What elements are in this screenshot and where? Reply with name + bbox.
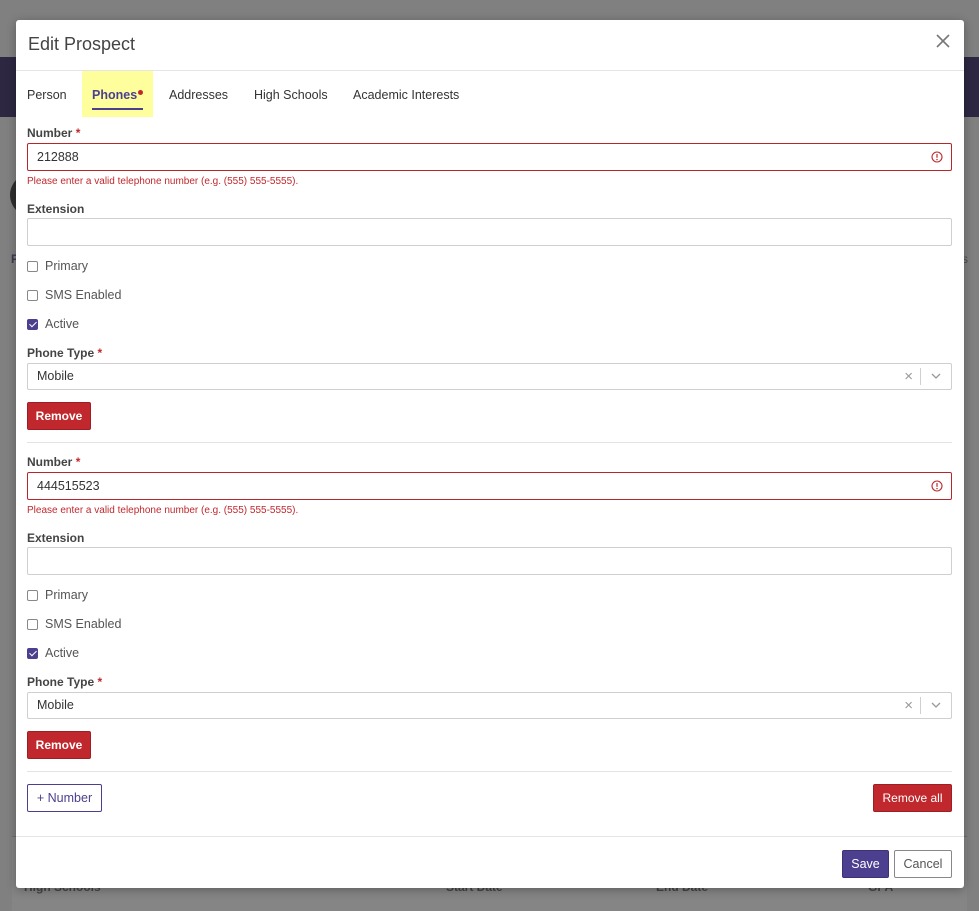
cancel-button[interactable]: Cancel <box>894 850 952 878</box>
sms-enabled-label: SMS Enabled <box>45 617 122 631</box>
extension-label: Extension <box>27 202 85 216</box>
sms-enabled-checkbox[interactable] <box>27 618 38 630</box>
number-label: Number * <box>27 126 80 140</box>
number-input-value: 212888 <box>37 150 79 164</box>
phone-list-divider <box>27 771 952 772</box>
active-checkbox-row[interactable]: Active <box>27 646 79 660</box>
tab-phones-label: Phones <box>92 88 144 110</box>
phone-type-label-text: Phone Type <box>27 346 95 360</box>
extension-input[interactable] <box>27 218 952 246</box>
modal-header: Edit Prospect <box>16 20 964 71</box>
clear-selection-icon[interactable]: × <box>904 693 913 718</box>
close-button[interactable] <box>932 30 954 52</box>
phone-type-select[interactable]: Mobile × <box>27 363 952 390</box>
close-icon <box>936 34 950 48</box>
phone-type-label-text: Phone Type <box>27 675 95 689</box>
remove-phone-button[interactable]: Remove <box>27 731 91 759</box>
sms-checkbox-row[interactable]: SMS Enabled <box>27 617 121 631</box>
tab-person-label: Person <box>27 88 67 102</box>
error-circle-icon <box>931 151 943 163</box>
save-button[interactable]: Save <box>842 850 889 878</box>
select-separator <box>920 368 921 385</box>
primary-checkbox-row[interactable]: Primary <box>27 588 88 602</box>
number-error-message: Please enter a valid telephone number (e… <box>27 176 299 187</box>
tab-addresses-label: Addresses <box>169 88 229 102</box>
required-marker: * <box>75 455 81 469</box>
phone-entry-divider <box>27 442 952 443</box>
tab-person[interactable]: Person <box>27 71 67 117</box>
sms-enabled-label: SMS Enabled <box>45 288 122 302</box>
required-marker: * <box>75 126 81 140</box>
active-checkbox[interactable] <box>27 318 38 330</box>
required-marker: * <box>97 675 103 689</box>
sms-enabled-checkbox[interactable] <box>27 289 38 301</box>
edit-prospect-modal: Edit Prospect Person Phones Addresses Hi… <box>16 20 964 888</box>
extension-label: Extension <box>27 531 85 545</box>
primary-checkbox[interactable] <box>27 260 38 272</box>
number-input-value: 444515523 <box>37 479 100 493</box>
modal-title: Edit Prospect <box>28 34 136 54</box>
remove-all-button[interactable]: Remove all <box>873 784 952 812</box>
extension-input[interactable] <box>27 547 952 575</box>
error-dot-icon <box>138 90 144 95</box>
number-label-text: Number <box>27 455 73 469</box>
sms-checkbox-row[interactable]: SMS Enabled <box>27 288 121 302</box>
tab-bar: Person Phones Addresses High Schools Aca… <box>16 71 964 117</box>
phone-type-label: Phone Type * <box>27 675 102 689</box>
clear-selection-icon[interactable]: × <box>904 364 913 389</box>
error-circle-icon <box>931 480 943 492</box>
phone-type-label: Phone Type * <box>27 346 102 360</box>
remove-phone-button[interactable]: Remove <box>27 402 91 430</box>
phone-type-value: Mobile <box>37 698 74 712</box>
number-input[interactable]: 212888 <box>27 143 952 171</box>
active-label: Active <box>45 646 80 660</box>
tab-phones-text: Phones <box>92 88 138 102</box>
primary-checkbox-row[interactable]: Primary <box>27 259 88 273</box>
tab-addresses[interactable]: Addresses <box>169 71 228 117</box>
chevron-down-icon[interactable] <box>930 372 942 381</box>
tab-phones[interactable]: Phones <box>82 71 154 117</box>
phone-type-select[interactable]: Mobile × <box>27 692 952 719</box>
tab-high-schools-label: High Schools <box>254 88 328 102</box>
tab-high-schools[interactable]: High Schools <box>254 71 328 117</box>
tab-academic-interests[interactable]: Academic Interests <box>353 71 459 117</box>
number-label-text: Number <box>27 126 73 140</box>
active-checkbox-row[interactable]: Active <box>27 317 79 331</box>
number-label: Number * <box>27 455 80 469</box>
active-checkbox[interactable] <box>27 647 38 659</box>
number-input[interactable]: 444515523 <box>27 472 952 500</box>
active-label: Active <box>45 317 80 331</box>
select-separator <box>920 697 921 714</box>
chevron-down-icon[interactable] <box>930 701 942 710</box>
tab-academic-interests-label: Academic Interests <box>353 88 460 102</box>
primary-label: Primary <box>45 259 89 273</box>
primary-checkbox[interactable] <box>27 589 38 601</box>
phone-type-value: Mobile <box>37 369 74 383</box>
add-number-button[interactable]: + Number <box>27 784 102 812</box>
primary-label: Primary <box>45 588 89 602</box>
number-error-message: Please enter a valid telephone number (e… <box>27 505 299 516</box>
modal-footer: Save Cancel <box>16 836 964 888</box>
required-marker: * <box>97 346 103 360</box>
